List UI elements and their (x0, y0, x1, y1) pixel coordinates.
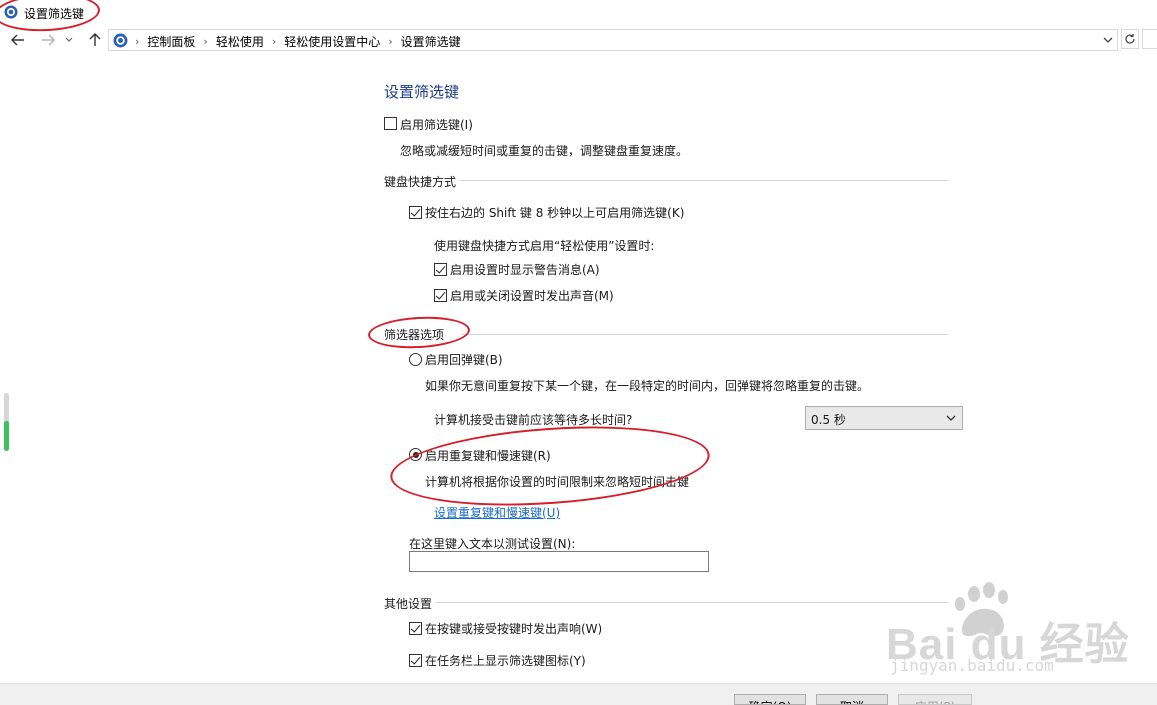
button-bar (0, 683, 1157, 705)
ok-button[interactable]: 确定(O) (734, 694, 806, 705)
chevron-down-icon (946, 415, 956, 421)
bounce-keys-description: 如果你无意间重复按下某一个键，在一段特定的时间内，回弹键将忽略重复的击键。 (425, 379, 870, 393)
enable-filter-keys-checkbox[interactable] (384, 117, 397, 130)
scroll-indicator-fill (4, 421, 9, 451)
breadcrumb-item-ease-of-access[interactable]: 轻松使用 (216, 33, 264, 50)
breadcrumb-item-ease-of-access-center[interactable]: 轻松使用设置中心 (284, 33, 380, 50)
annotation-circle-filter-options (367, 314, 471, 351)
title-bar: 设置筛选键 (0, 0, 1157, 26)
scroll-indicator[interactable] (4, 393, 9, 451)
arrow-left-icon (11, 34, 24, 46)
bounce-keys-label[interactable]: 启用回弹键(B) (425, 351, 503, 368)
bounce-keys-radio[interactable] (409, 353, 422, 366)
enable-filter-keys-label[interactable]: 启用筛选键(I) (400, 116, 473, 133)
repeat-slow-keys-settings-link[interactable]: 设置重复键和慢速键(U) (434, 504, 560, 521)
other-settings-section-title: 其他设置 (384, 597, 433, 611)
warning-message-checkbox[interactable] (434, 263, 447, 276)
address-dropdown-icon[interactable] (1101, 33, 1115, 47)
refresh-icon (1125, 34, 1135, 44)
chevron-right-icon: › (135, 35, 140, 48)
wait-time-value: 0.5 秒 (811, 413, 846, 427)
search-box[interactable] (1142, 29, 1157, 49)
recent-locations-button[interactable] (62, 30, 76, 50)
chevron-right-icon[interactable]: › (388, 35, 392, 48)
watermark-url: jingyan.baidu.com (890, 656, 1054, 675)
arrow-up-icon (89, 33, 101, 46)
control-panel-icon (113, 33, 128, 48)
arrow-right-icon (42, 34, 55, 46)
address-bar[interactable]: › 控制面板 › 轻松使用 › 轻松使用设置中心 › 设置筛选键 (108, 29, 1118, 51)
wait-time-select[interactable]: 0.5 秒 (805, 406, 963, 430)
taskbar-icon-label[interactable]: 在任务栏上显示筛选键图标(Y) (425, 652, 586, 669)
chevron-right-icon[interactable]: › (272, 35, 276, 48)
section-divider (462, 334, 948, 335)
shift-shortcut-label[interactable]: 按住右边的 Shift 键 8 秒钟以上可启用筛选键(K) (425, 204, 684, 221)
test-text-label: 在这里键入文本以测试设置(N): (409, 537, 576, 551)
shortcut-when-label: 使用键盘快捷方式启用“轻松使用”设置时: (434, 239, 655, 253)
up-button[interactable] (85, 30, 105, 50)
page-title: 设置筛选键 (384, 83, 460, 101)
baidu-jingyan-watermark: Bai du 经验 jingyan.baidu.com (886, 580, 1129, 680)
beep-label[interactable]: 在按键或接受按键时发出声响(W) (425, 620, 602, 637)
cancel-button[interactable]: 取消 (816, 694, 888, 705)
forward-button[interactable] (38, 30, 58, 50)
annotation-circle-repeat-keys (387, 416, 713, 516)
shift-shortcut-checkbox[interactable] (409, 206, 422, 219)
refresh-button[interactable] (1121, 29, 1139, 49)
navigation-bar: › 控制面板 › 轻松使用 › 轻松使用设置中心 › 设置筛选键 (0, 28, 1157, 52)
beep-checkbox[interactable] (409, 622, 422, 635)
breadcrumb-item-control-panel[interactable]: 控制面板 (147, 33, 195, 50)
apply-button[interactable]: 应用(P) (898, 694, 972, 705)
taskbar-icon-checkbox[interactable] (409, 654, 422, 667)
chevron-right-icon[interactable]: › (203, 35, 207, 48)
sound-on-toggle-checkbox[interactable] (434, 289, 447, 302)
breadcrumb: › 控制面板 › 轻松使用 › 轻松使用设置中心 › 设置筛选键 (135, 33, 461, 50)
chevron-down-icon (65, 37, 73, 42)
section-divider (436, 602, 948, 603)
keyboard-shortcut-section-title: 键盘快捷方式 (384, 175, 457, 189)
breadcrumb-item-filter-keys[interactable]: 设置筛选键 (401, 33, 461, 50)
sound-on-toggle-label[interactable]: 启用或关闭设置时发出声音(M) (450, 287, 614, 304)
section-divider (460, 180, 948, 181)
enable-filter-keys-description: 忽略或减缓短时间或重复的击键，调整键盘重复速度。 (400, 144, 689, 158)
back-button[interactable] (8, 30, 28, 50)
warning-message-label[interactable]: 启用设置时显示警告消息(A) (450, 261, 600, 278)
wait-time-label: 计算机接受击键前应该等待多长时间? (434, 413, 633, 427)
test-text-input[interactable] (409, 551, 709, 572)
